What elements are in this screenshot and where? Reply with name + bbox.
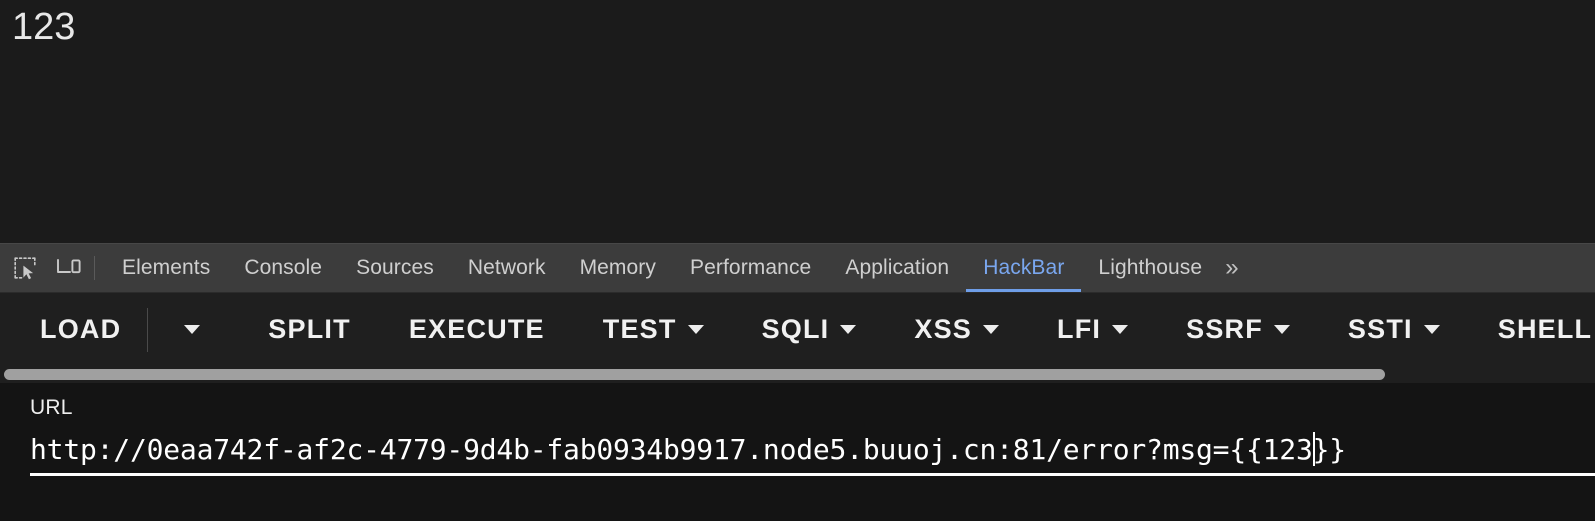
tab-performance[interactable]: Performance — [673, 244, 828, 292]
split-label: SPLIT — [268, 314, 351, 344]
tab-lighthouse[interactable]: Lighthouse — [1081, 244, 1219, 292]
scrollbar-thumb[interactable] — [4, 369, 1385, 380]
sqli-dropdown-button[interactable]: SQLI — [762, 310, 857, 349]
shell-dropdown-button[interactable]: SHELL — [1498, 310, 1595, 349]
text-cursor — [1312, 432, 1315, 466]
xss-label: XSS — [914, 314, 973, 344]
xss-dropdown-button[interactable]: XSS — [914, 310, 1000, 349]
tab-hackbar[interactable]: HackBar — [966, 244, 1082, 292]
more-tabs-icon[interactable]: » — [1219, 244, 1250, 292]
ssti-label: SSTI — [1347, 314, 1413, 344]
chevron-down-icon — [1112, 325, 1129, 334]
tab-label: Performance — [690, 256, 812, 279]
tab-memory[interactable]: Memory — [563, 244, 673, 292]
tab-network[interactable]: Network — [451, 244, 563, 292]
chevron-down-icon — [1423, 325, 1440, 334]
chevron-down-icon — [184, 325, 201, 334]
page-body-text: 123 — [12, 6, 76, 48]
tab-label: Memory — [579, 256, 657, 279]
url-input-underline — [30, 473, 1595, 476]
toolbar-horizontal-scrollbar[interactable] — [0, 366, 1595, 383]
tab-label: Elements — [122, 256, 211, 279]
devtools-tabs: Elements Console Sources Network Memory … — [105, 244, 1595, 292]
devtools-tabstrip: Elements Console Sources Network Memory … — [0, 244, 1595, 293]
hackbar-toolbar: LOAD SPLIT EXECUTE TEST SQLI XSS LFI SSR… — [0, 293, 1595, 366]
tab-label: Console — [244, 256, 323, 279]
page-viewport: 123 — [0, 0, 1595, 243]
url-field-label: URL — [30, 396, 73, 419]
inspect-element-icon[interactable] — [10, 253, 40, 283]
load-button[interactable]: LOAD — [40, 310, 121, 349]
ssti-dropdown-button[interactable]: SSTI — [1348, 310, 1440, 349]
tab-elements[interactable]: Elements — [105, 244, 227, 292]
test-dropdown-button[interactable]: TEST — [603, 310, 704, 349]
execute-button[interactable]: EXECUTE — [409, 310, 545, 349]
split-button[interactable]: SPLIT — [268, 310, 351, 349]
devtools-tool-icons — [0, 244, 92, 292]
chevron-down-icon — [983, 325, 1000, 334]
url-field-wrap: http://0eaa742f-af2c-4779-9d4b-fab0934b9… — [30, 432, 1595, 476]
tab-console[interactable]: Console — [227, 244, 339, 292]
chevron-down-icon — [840, 325, 857, 334]
sqli-label: SQLI — [761, 314, 830, 344]
devtools-panel: Elements Console Sources Network Memory … — [0, 243, 1595, 521]
tab-label: Sources — [356, 256, 434, 279]
lfi-label: LFI — [1057, 314, 1102, 344]
lfi-dropdown-button[interactable]: LFI — [1057, 310, 1129, 349]
tab-label: Lighthouse — [1098, 256, 1203, 279]
devtools-window: 123 Elements Console Sources Network Mem… — [0, 0, 1595, 521]
more-tabs-label: » — [1225, 254, 1238, 281]
chevron-down-icon — [1273, 325, 1290, 334]
chevron-down-icon — [687, 325, 704, 334]
load-dropdown-button[interactable] — [174, 319, 210, 340]
url-input[interactable]: http://0eaa742f-af2c-4779-9d4b-fab0934b9… — [30, 432, 1565, 473]
test-label: TEST — [602, 314, 677, 344]
tab-sources[interactable]: Sources — [339, 244, 451, 292]
tab-application[interactable]: Application — [828, 244, 966, 292]
ssrf-label: SSRF — [1186, 314, 1263, 344]
execute-label: EXECUTE — [408, 314, 545, 344]
load-label: LOAD — [40, 314, 122, 344]
url-panel: URL http://0eaa742f-af2c-4779-9d4b-fab09… — [0, 383, 1595, 521]
device-toolbar-icon[interactable] — [54, 253, 84, 283]
load-divider — [147, 307, 149, 352]
tab-label: Application — [845, 256, 950, 279]
tab-label: Network — [467, 256, 546, 279]
shell-label: SHELL — [1497, 314, 1593, 344]
tabstrip-divider — [94, 256, 95, 280]
tab-label: HackBar — [983, 256, 1065, 279]
ssrf-dropdown-button[interactable]: SSRF — [1186, 310, 1290, 349]
